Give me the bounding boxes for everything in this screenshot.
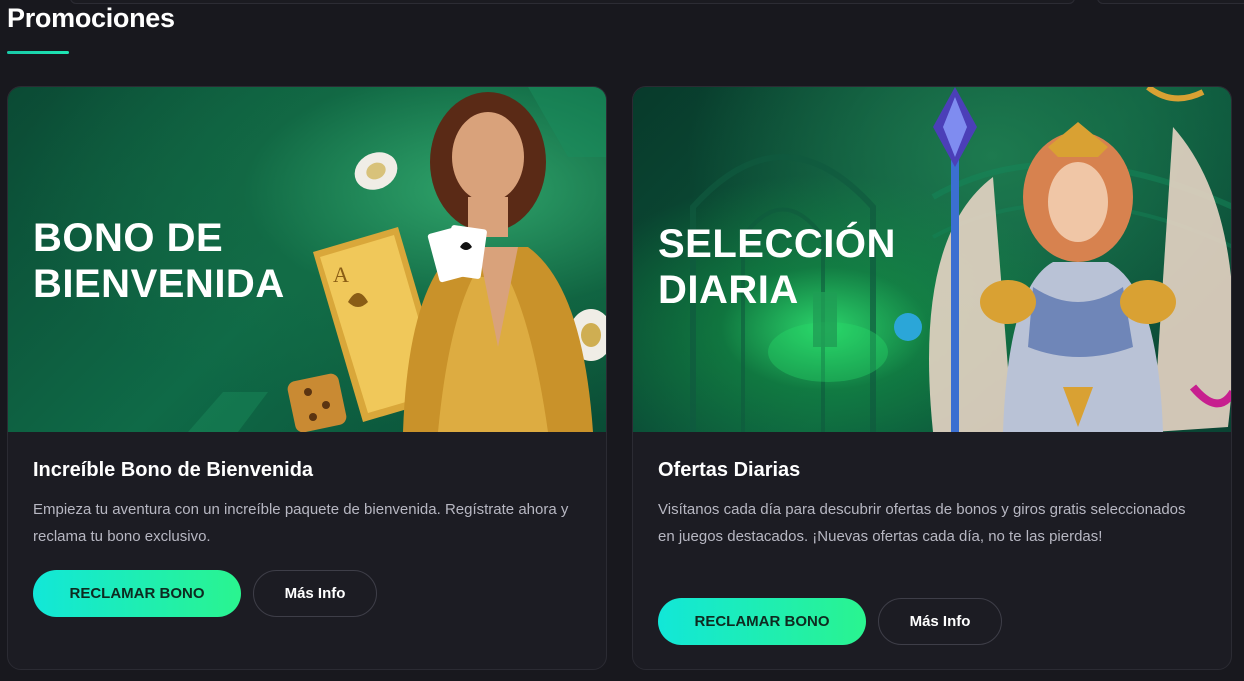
section-title: Promociones	[7, 3, 175, 33]
search-bar-partial[interactable]	[70, 0, 1075, 4]
banner-headline: BONO DE BIENVENIDA	[33, 216, 285, 306]
promo-description: Empieza tu aventura con un increíble paq…	[33, 501, 569, 545]
promo-banner[interactable]: A BONO DE BIENVENIDA	[8, 87, 606, 432]
header-button-partial[interactable]	[1097, 0, 1244, 4]
promo-card-welcome: A BONO DE BIENVENIDA Increíble Bono de B…	[7, 86, 607, 670]
promo-description: Visítanos cada día para descubrir oferta…	[658, 501, 1186, 545]
more-info-button[interactable]: Más Info	[253, 570, 377, 617]
claim-bonus-button[interactable]: RECLAMAR BONO	[33, 570, 241, 617]
claim-bonus-button[interactable]: RECLAMAR BONO	[658, 598, 866, 645]
promo-card-daily: SELECCIÓN DIARIA Ofertas Diarias Visítan…	[632, 86, 1232, 670]
more-info-button[interactable]: Más Info	[878, 598, 1002, 645]
title-underline	[7, 51, 69, 54]
promo-title: Ofertas Diarias	[658, 459, 801, 481]
banner-headline: SELECCIÓN DIARIA	[658, 222, 896, 312]
promo-banner[interactable]: SELECCIÓN DIARIA	[633, 87, 1231, 432]
promo-title: Increíble Bono de Bienvenida	[33, 459, 314, 481]
